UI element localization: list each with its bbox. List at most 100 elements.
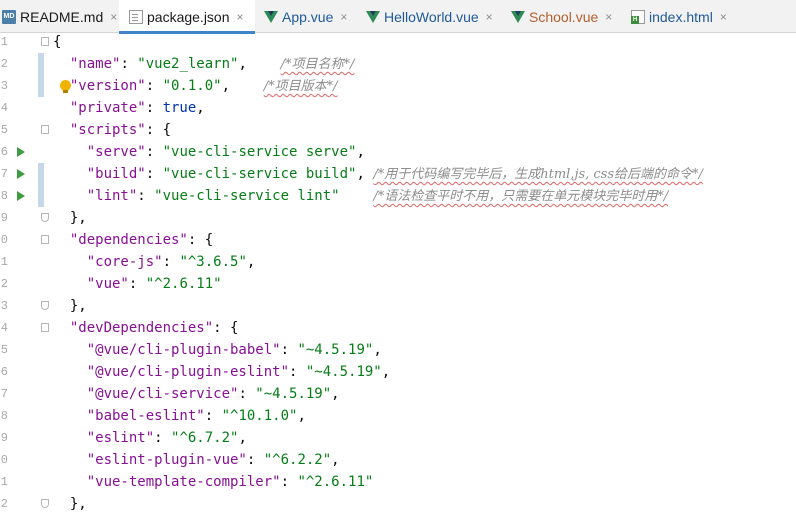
code-line: 4 "devDependencies": { [0,317,796,339]
comment: /*项目名称*/ [280,57,355,72]
line-number: 8 [0,409,8,423]
line-number: 4 [0,101,8,115]
tab-package-json[interactable]: package.json × [119,0,255,34]
run-script-icon[interactable] [17,191,25,201]
code-text: "@vue/cli-service": "~4.5.19", [86,386,340,402]
code-text: "dependencies": { [69,232,214,248]
code-text: "scripts": { [69,122,172,138]
run-script-icon[interactable] [17,169,25,179]
fold-icon[interactable] [41,301,49,310]
code-line: 3 "version": "0.1.0", /*项目版本*/ [0,75,796,97]
tab-label: index.html [649,8,713,25]
code-line: 9 "eslint": "^6.7.2", [0,427,796,449]
tab-readme[interactable]: MD README.md × [0,0,120,33]
code-line: 1 "core-js": "^3.6.5", [0,251,796,273]
fold-icon[interactable] [41,37,49,46]
code-text: "core-js": "^3.6.5", [86,254,256,270]
code-text: "build": "vue-cli-service build", /*用于代码… [86,166,703,182]
code-text: "vue": "^2.6.11" [86,276,222,292]
code-line: 7 "@vue/cli-service": "~4.5.19", [0,383,796,405]
comment: /*语法检查平时不用，只需要在单元模块完毕时用*/ [373,189,669,204]
code-line: 0 "eslint-plugin-vue": "^6.2.2", [0,449,796,471]
fold-icon[interactable] [41,323,49,332]
fold-icon[interactable] [41,499,49,508]
code-text: "@vue/cli-plugin-eslint": "~4.5.19", [86,364,391,380]
code-line: 2 "vue": "^2.6.11" [0,273,796,295]
line-number: 1 [0,255,8,269]
code-line: 8 "babel-eslint": "^10.1.0", [0,405,796,427]
vue-file-icon [511,10,525,23]
code-text: "private": true, [69,100,205,116]
line-number: 6 [0,145,8,159]
code-line: 6 "serve": "vue-cli-service serve", [0,141,796,163]
line-number: 2 [0,57,8,71]
tab-helloworld-vue[interactable]: HelloWorld.vue × [366,0,493,33]
code-text: "@vue/cli-plugin-babel": "~4.5.19", [86,342,382,358]
line-number: 7 [0,387,8,401]
code-line: 0 "dependencies": { [0,229,796,251]
code-text: }, [69,496,87,512]
close-icon[interactable]: × [486,10,493,24]
line-number: 9 [0,211,8,225]
close-icon[interactable]: × [110,10,117,24]
code-line: 4 "private": true, [0,97,796,119]
code-line: 3 }, [0,295,796,317]
line-number: 0 [0,453,8,467]
code-line: 8 "lint": "vue-cli-service lint" /*语法检查平… [0,185,796,207]
code-line: 2 }, [0,493,796,515]
tab-index-html[interactable]: index.html × [631,0,727,33]
close-icon[interactable]: × [237,10,244,24]
code-text: "babel-eslint": "^10.1.0", [86,408,306,424]
close-icon[interactable]: × [605,10,612,24]
fold-icon[interactable] [41,235,49,244]
tab-label: App.vue [282,8,334,25]
code-text: "eslint-plugin-vue": "^6.2.2", [86,452,340,468]
tab-label: HelloWorld.vue [384,8,479,25]
line-number: 9 [0,431,8,445]
code-line: 1 { [0,31,796,53]
line-number: 2 [0,497,8,511]
line-number: 4 [0,321,8,335]
code-text: "lint": "vue-cli-service lint" /*语法检查平时不… [86,188,669,204]
line-number: 0 [0,233,8,247]
code-text: "version": "0.1.0", /*项目版本*/ [69,78,338,94]
html-file-icon [631,9,645,24]
code-editor[interactable]: 1 { 2 "name": "vue2_learn", /*项目名称*/ 3 "… [0,33,796,516]
code-line: 5 "@vue/cli-plugin-babel": "~4.5.19", [0,339,796,361]
close-icon[interactable]: × [340,10,347,24]
code-line: 6 "@vue/cli-plugin-eslint": "~4.5.19", [0,361,796,383]
tab-label: package.json [147,8,230,25]
json-file-icon [129,9,143,24]
run-script-icon[interactable] [17,147,25,157]
tab-app-vue[interactable]: App.vue × [264,0,347,33]
line-number: 7 [0,167,8,181]
tab-label: School.vue [529,8,599,25]
vue-file-icon [366,10,380,23]
code-line: 5 "scripts": { [0,119,796,141]
comment: /*项目版本*/ [263,79,338,94]
line-number: 5 [0,123,8,137]
fold-icon[interactable] [41,213,49,222]
code-line: 7 "build": "vue-cli-service build", /*用于… [0,163,796,185]
code-line: 2 "name": "vue2_learn", /*项目名称*/ [0,53,796,75]
code-text: "eslint": "^6.7.2", [86,430,247,446]
code-text: "name": "vue2_learn", /*项目名称*/ [69,56,355,72]
line-number: 3 [0,79,8,93]
code-line: 1 "vue-template-compiler": "^2.6.11" [0,471,796,493]
code-text: "serve": "vue-cli-service serve", [86,144,365,160]
editor-tab-bar: MD README.md × package.json × App.vue × … [0,0,796,34]
markdown-file-icon: MD [2,9,16,24]
code-text: "devDependencies": { [69,320,239,336]
comment: /*用于代码编写完毕后，生成html,js, css给后端的命令*/ [373,167,703,182]
fold-icon[interactable] [41,125,49,134]
tab-label: README.md [20,8,104,25]
line-number: 1 [0,35,8,49]
line-number: 6 [0,365,8,379]
line-number: 8 [0,189,8,203]
line-number: 1 [0,475,8,489]
line-number: 5 [0,343,8,357]
close-icon[interactable]: × [720,10,727,24]
code-text: }, [69,210,87,226]
tab-school-vue[interactable]: School.vue × [511,0,612,33]
line-number: 3 [0,299,8,313]
